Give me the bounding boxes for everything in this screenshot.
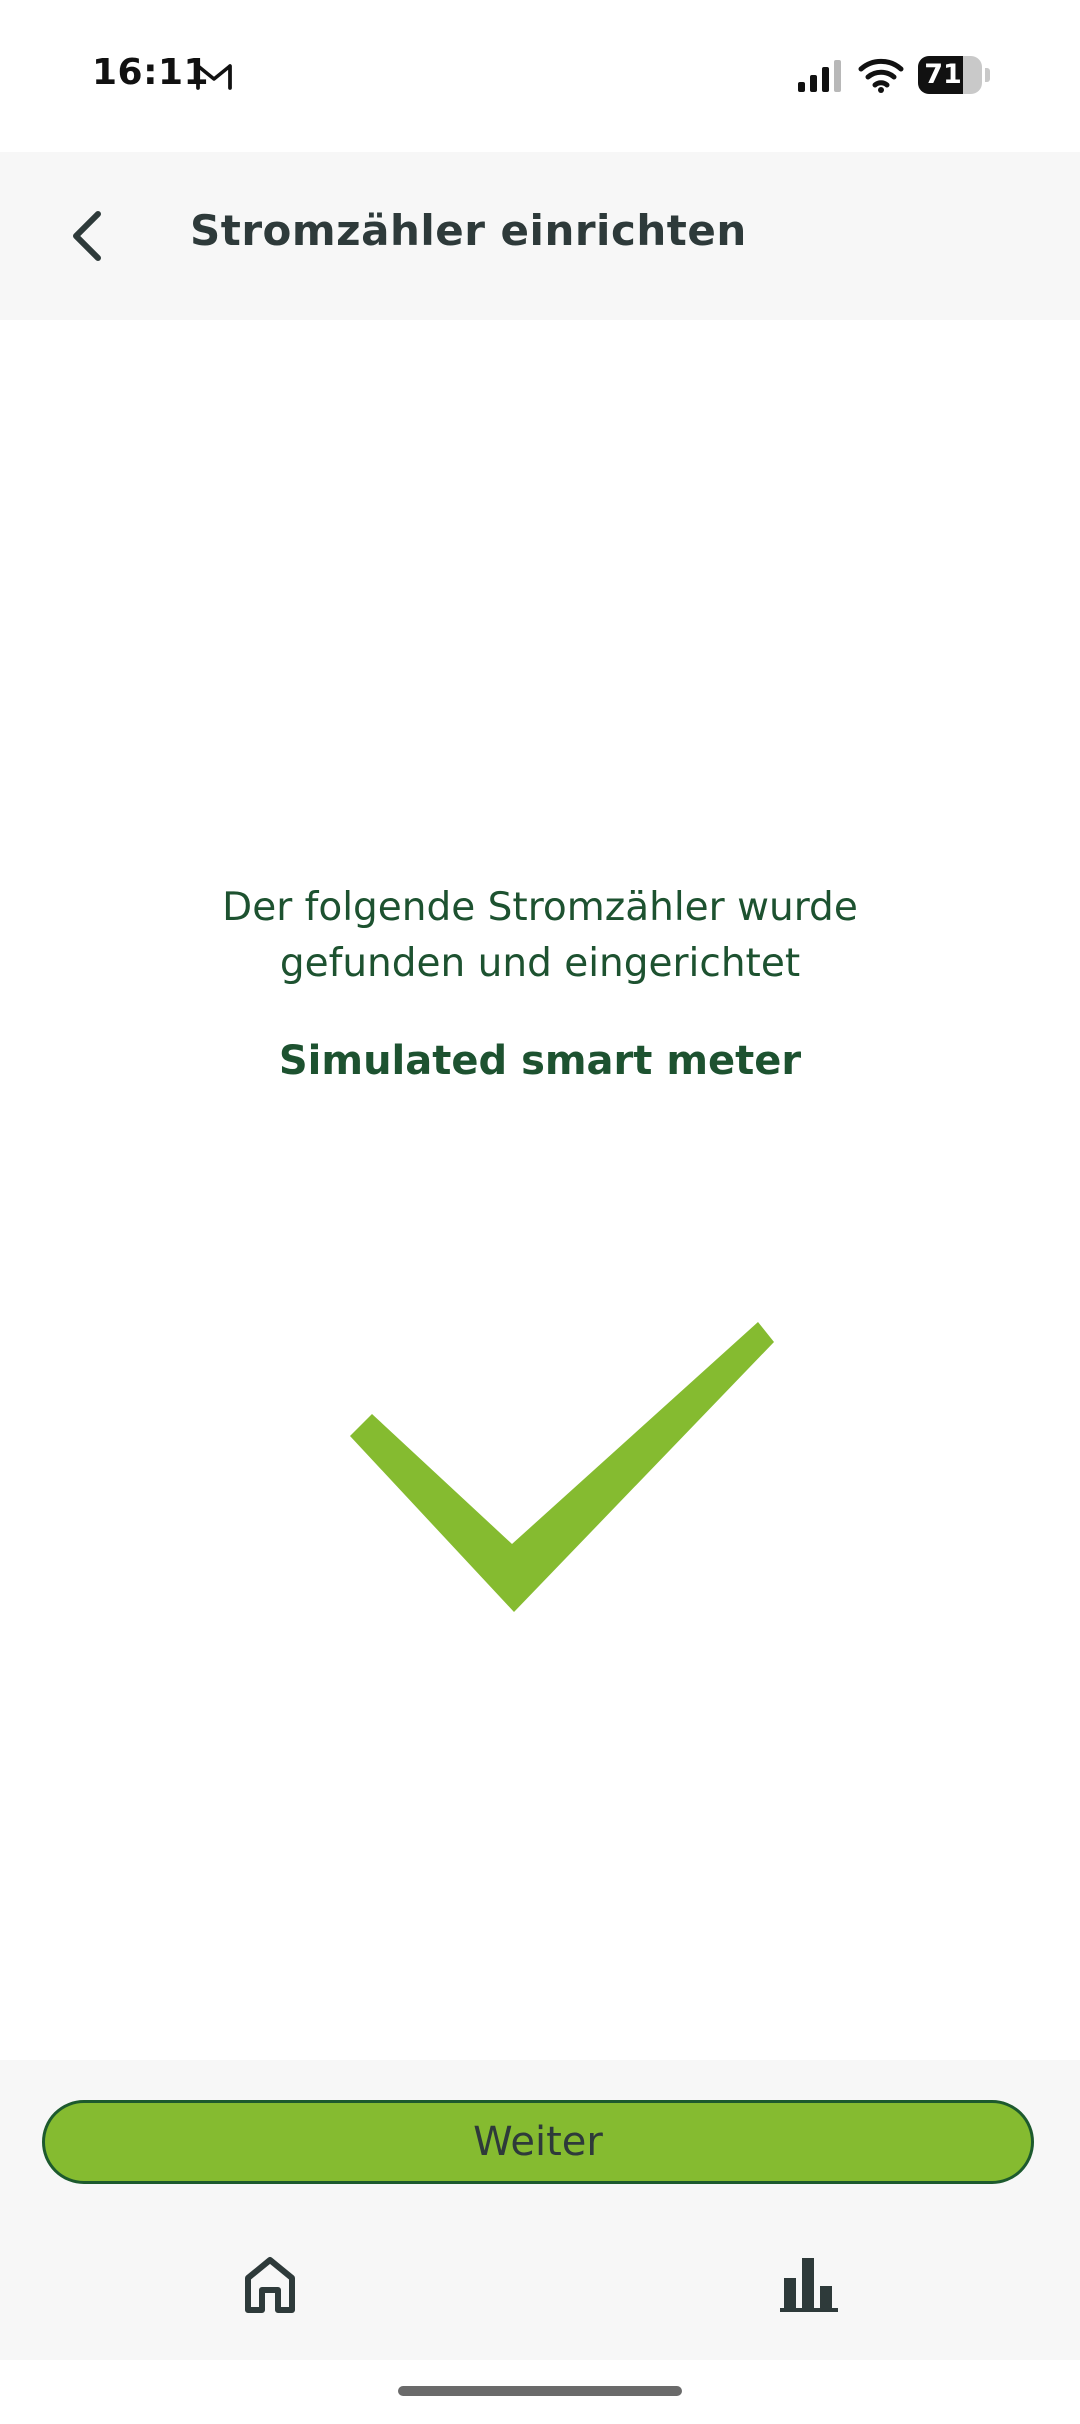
tab-home[interactable] (238, 2252, 302, 2316)
status-time: 16:11 (92, 52, 210, 93)
battery-percent: 71 (924, 59, 962, 90)
home-icon (245, 2257, 295, 2313)
device-name: Simulated smart meter (278, 1038, 802, 1084)
battery-icon: 71 (918, 56, 990, 96)
continue-button[interactable]: Weiter (42, 2100, 1034, 2184)
back-button[interactable] (50, 198, 126, 274)
footer: Weiter (0, 2060, 1080, 2360)
wifi-icon (858, 58, 904, 93)
cellular-signal-icon (798, 60, 841, 92)
app-header: Stromzähler einrichten (0, 152, 1080, 320)
home-indicator (398, 2386, 682, 2396)
page-title: Stromzähler einrichten (190, 206, 747, 255)
checkmark-icon (350, 1322, 774, 1612)
bar-chart-icon (780, 2258, 838, 2312)
screen: 16:11 71 Stromzähler einrichten Der folg… (0, 0, 1080, 2424)
status-bar: 16:11 71 (0, 0, 1080, 152)
main-content: Der folgende Stromzähler wurde gefunden … (0, 320, 1080, 2060)
gmail-icon (196, 64, 232, 90)
chevron-left-icon (73, 211, 101, 261)
tab-statistics[interactable] (778, 2252, 842, 2316)
success-message: Der folgende Stromzähler wurde gefunden … (222, 885, 858, 986)
